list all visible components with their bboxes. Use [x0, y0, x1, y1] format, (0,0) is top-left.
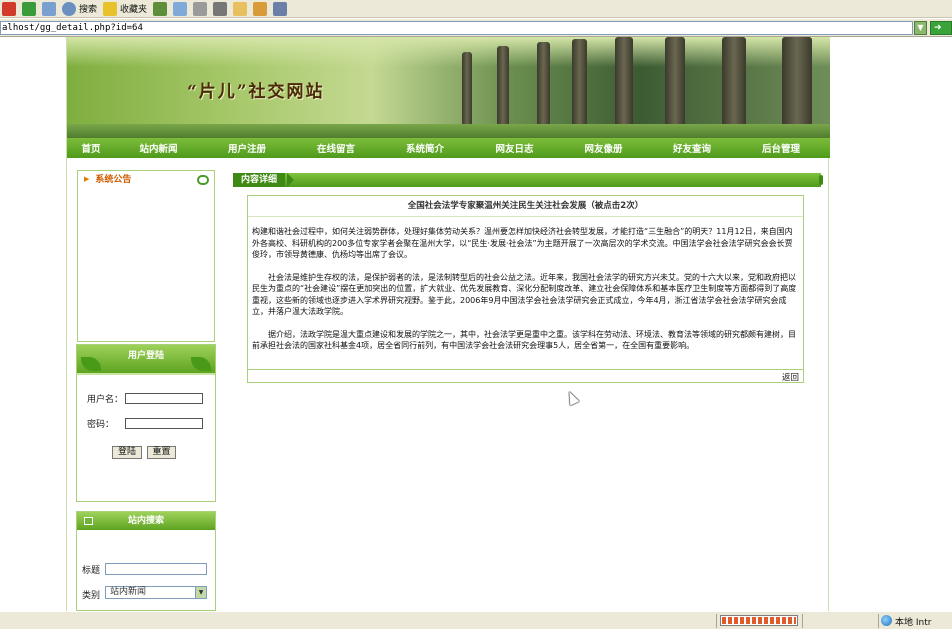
search-category-label: 类别	[82, 591, 101, 601]
refresh-icon[interactable]	[22, 1, 36, 16]
article-title: 全国社会法学专家聚温州关注民生关注社会发展（被点击2次）	[248, 196, 803, 217]
go-arrow-icon: ➜	[934, 23, 942, 33]
nav-item-news[interactable]: 站内新闻	[115, 141, 202, 155]
reset-button[interactable]: 重置	[147, 446, 176, 459]
article-paragraph: 据介绍，法政学院是温大重点建设和发展的学院之一，其中，社会法学更是重中之重。该学…	[252, 329, 796, 351]
banner-tree	[665, 37, 685, 138]
site-title: “片儿”社交网站	[187, 82, 325, 102]
web-page: “片儿”社交网站 首页 站内新闻 用户注册 在线留言 系统简介 网友日志 网友像…	[66, 37, 830, 611]
nav-item-register[interactable]: 用户注册	[202, 141, 292, 155]
loading-progress	[720, 615, 798, 626]
search-header: 站内搜索	[77, 512, 215, 530]
login-panel: 用户登陆 用户名： 密码： 登陆 重置	[76, 344, 216, 502]
address-bar: alhost/gg_detail.php?id=64 ▼ ➜	[0, 19, 952, 37]
zone-label: 本地 Intr	[895, 618, 932, 628]
tab-end-cap	[819, 175, 823, 185]
site-banner: “片儿”社交网站	[67, 37, 830, 138]
password-label: 密码：	[87, 420, 115, 430]
browser-toolbar: 搜索 收藏夹	[0, 0, 952, 18]
article-footer: 返回	[248, 369, 803, 383]
home-icon[interactable]	[42, 1, 56, 16]
history-icon[interactable]	[153, 1, 168, 16]
nav-item-friends[interactable]: 好友查询	[648, 141, 736, 155]
article-paragraph: 构建和谐社会过程中，如何关注弱势群体，处理好集体劳动关系？温州要怎样加快经济社会…	[252, 227, 793, 259]
main-nav: 首页 站内新闻 用户注册 在线留言 系统简介 网友日志 网友像册 好友查询 后台…	[67, 138, 830, 158]
nav-item-album[interactable]: 网友像册	[559, 141, 648, 155]
search-label[interactable]: 搜索	[79, 2, 97, 15]
search-category-value: 站内新闻	[110, 587, 147, 597]
link-icon	[197, 175, 209, 185]
back-link[interactable]: 返回	[782, 371, 799, 383]
banner-ground	[67, 124, 830, 138]
status-separator	[802, 614, 803, 628]
mail-icon[interactable]	[173, 1, 188, 16]
notice-panel: ▶ 系统公告	[77, 170, 215, 342]
article-panel: 全国社会法学专家聚温州关注民生关注社会发展（被点击2次） 构建和谐社会过程中，如…	[247, 195, 804, 383]
banner-sky	[67, 37, 830, 67]
search-title: 站内搜索	[127, 516, 164, 526]
chevron-down-icon[interactable]: ▼	[195, 587, 206, 598]
notice-title: 系统公告	[95, 175, 132, 185]
chevron-down-icon[interactable]: ▼	[914, 21, 927, 35]
folder-icon[interactable]	[233, 1, 248, 16]
banner-tree	[782, 37, 812, 138]
nav-item-about[interactable]: 系统简介	[380, 141, 470, 155]
status-bar: 本地 Intr	[0, 611, 952, 629]
url-field[interactable]: alhost/gg_detail.php?id=64	[0, 21, 913, 35]
messenger-icon[interactable]	[273, 1, 288, 16]
arrow-right-icon: ▶	[84, 174, 90, 183]
print-icon[interactable]	[193, 1, 208, 16]
nav-item-guestbook[interactable]: 在线留言	[292, 141, 380, 155]
nav-item-admin[interactable]: 后台管理	[736, 141, 826, 155]
nav-item-blog[interactable]: 网友日志	[470, 141, 559, 155]
favorites-label[interactable]: 收藏夹	[120, 2, 147, 15]
progress-fill	[722, 617, 796, 624]
package-icon[interactable]	[253, 1, 268, 16]
banner-tree	[722, 37, 746, 138]
article-paragraph: 社会法是维护生存权的法，是保护弱者的法，是法制转型后的社会公益之法。近年来，我国…	[252, 272, 797, 317]
content-tab-bar: 内容详细	[233, 173, 823, 187]
stop-icon[interactable]	[2, 1, 16, 16]
zone-globe-icon	[881, 615, 892, 626]
search-title-input[interactable]	[105, 563, 207, 575]
tab-arrow-icon	[287, 173, 294, 187]
search-panel-icon	[84, 517, 93, 525]
status-separator	[878, 614, 879, 628]
banner-tree	[615, 37, 633, 138]
password-input[interactable]	[125, 418, 203, 429]
search-category-select[interactable]: 站内新闻 ▼	[105, 586, 207, 599]
site-search-panel: 站内搜索 标题 类别 站内新闻 ▼	[76, 511, 216, 611]
edit-icon[interactable]	[213, 1, 228, 16]
notice-header: ▶ 系统公告	[78, 171, 214, 186]
nav-item-home[interactable]: 首页	[67, 141, 115, 155]
username-input[interactable]	[125, 393, 203, 404]
go-button[interactable]: ➜	[930, 21, 952, 35]
status-separator	[716, 614, 717, 628]
username-label: 用户名：	[87, 395, 124, 405]
search-title-label: 标题	[82, 566, 101, 576]
search-icon[interactable]	[62, 1, 76, 16]
login-button[interactable]: 登陆	[112, 446, 142, 459]
content-tab-label: 内容详细	[233, 173, 286, 187]
favorites-star-icon[interactable]	[103, 1, 118, 16]
article-body: 构建和谐社会过程中，如何关注弱势群体，处理好集体劳动关系？温州要怎样加快经济社会…	[252, 226, 800, 363]
